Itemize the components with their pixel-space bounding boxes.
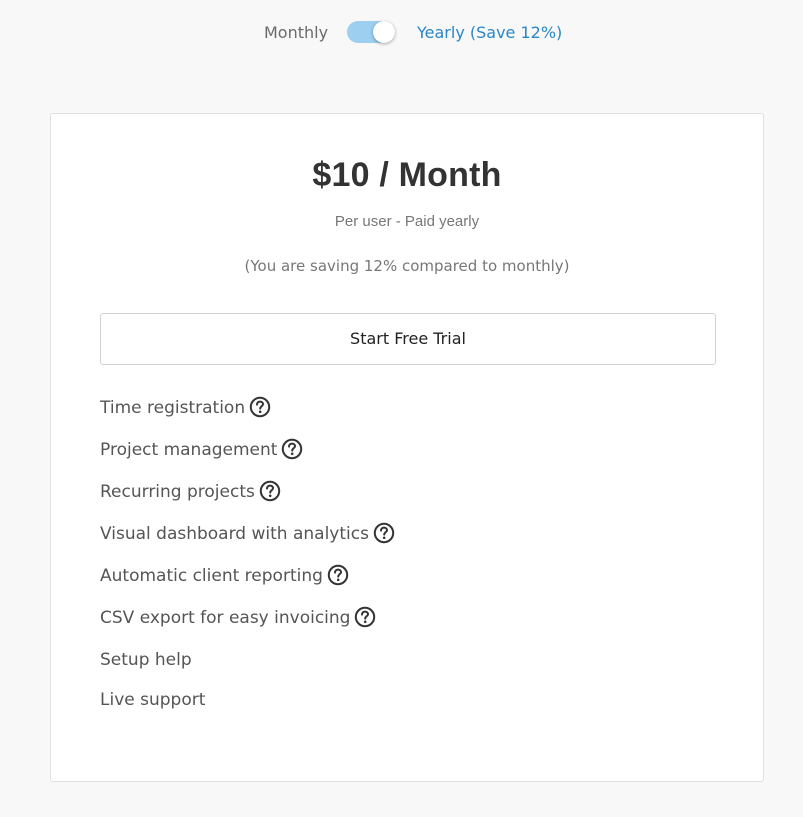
- feature-list: Time registration Project management Rec…: [100, 396, 395, 730]
- feature-item-setup-help: Setup help: [100, 650, 395, 690]
- feature-label: Setup help: [100, 650, 192, 670]
- feature-item-csv-export: CSV export for easy invoicing: [100, 606, 395, 650]
- switch-knob[interactable]: [373, 21, 395, 43]
- feature-label: Live support: [100, 690, 206, 710]
- feature-item-project-management: Project management: [100, 438, 395, 482]
- question-circle-icon[interactable]: [259, 480, 281, 502]
- billing-toggle: Monthly Yearly (Save 12%): [0, 20, 803, 46]
- monthly-label[interactable]: Monthly: [264, 23, 328, 42]
- question-circle-icon[interactable]: [373, 522, 395, 544]
- saving-note: (You are saving 12% compared to monthly): [244, 257, 570, 275]
- question-circle-icon[interactable]: [281, 438, 303, 460]
- feature-label: Time registration: [100, 398, 246, 418]
- feature-item-recurring-projects: Recurring projects: [100, 480, 395, 524]
- feature-label: CSV export for easy invoicing: [100, 608, 351, 628]
- yearly-label[interactable]: Yearly (Save 12%): [417, 23, 562, 42]
- feature-label: Recurring projects: [100, 482, 255, 502]
- question-circle-icon[interactable]: [327, 564, 349, 586]
- billing-period-switch[interactable]: [347, 21, 397, 43]
- price-subtitle: Per user - Paid yearly: [334, 213, 480, 230]
- feature-item-client-reporting: Automatic client reporting: [100, 564, 395, 608]
- start-free-trial-button[interactable]: Start Free Trial: [100, 313, 716, 365]
- pricing-card: $10 / Month Per user - Paid yearly (You …: [50, 113, 764, 782]
- feature-item-visual-dashboard: Visual dashboard with analytics: [100, 522, 395, 566]
- feature-item-live-support: Live support: [100, 690, 395, 730]
- feature-label: Visual dashboard with analytics: [100, 524, 369, 544]
- feature-item-time-registration: Time registration: [100, 396, 395, 440]
- feature-label: Automatic client reporting: [100, 566, 323, 586]
- feature-label: Project management: [100, 440, 278, 460]
- question-circle-icon[interactable]: [354, 606, 376, 628]
- price-heading: $10 / Month: [312, 156, 502, 194]
- question-circle-icon[interactable]: [249, 396, 271, 418]
